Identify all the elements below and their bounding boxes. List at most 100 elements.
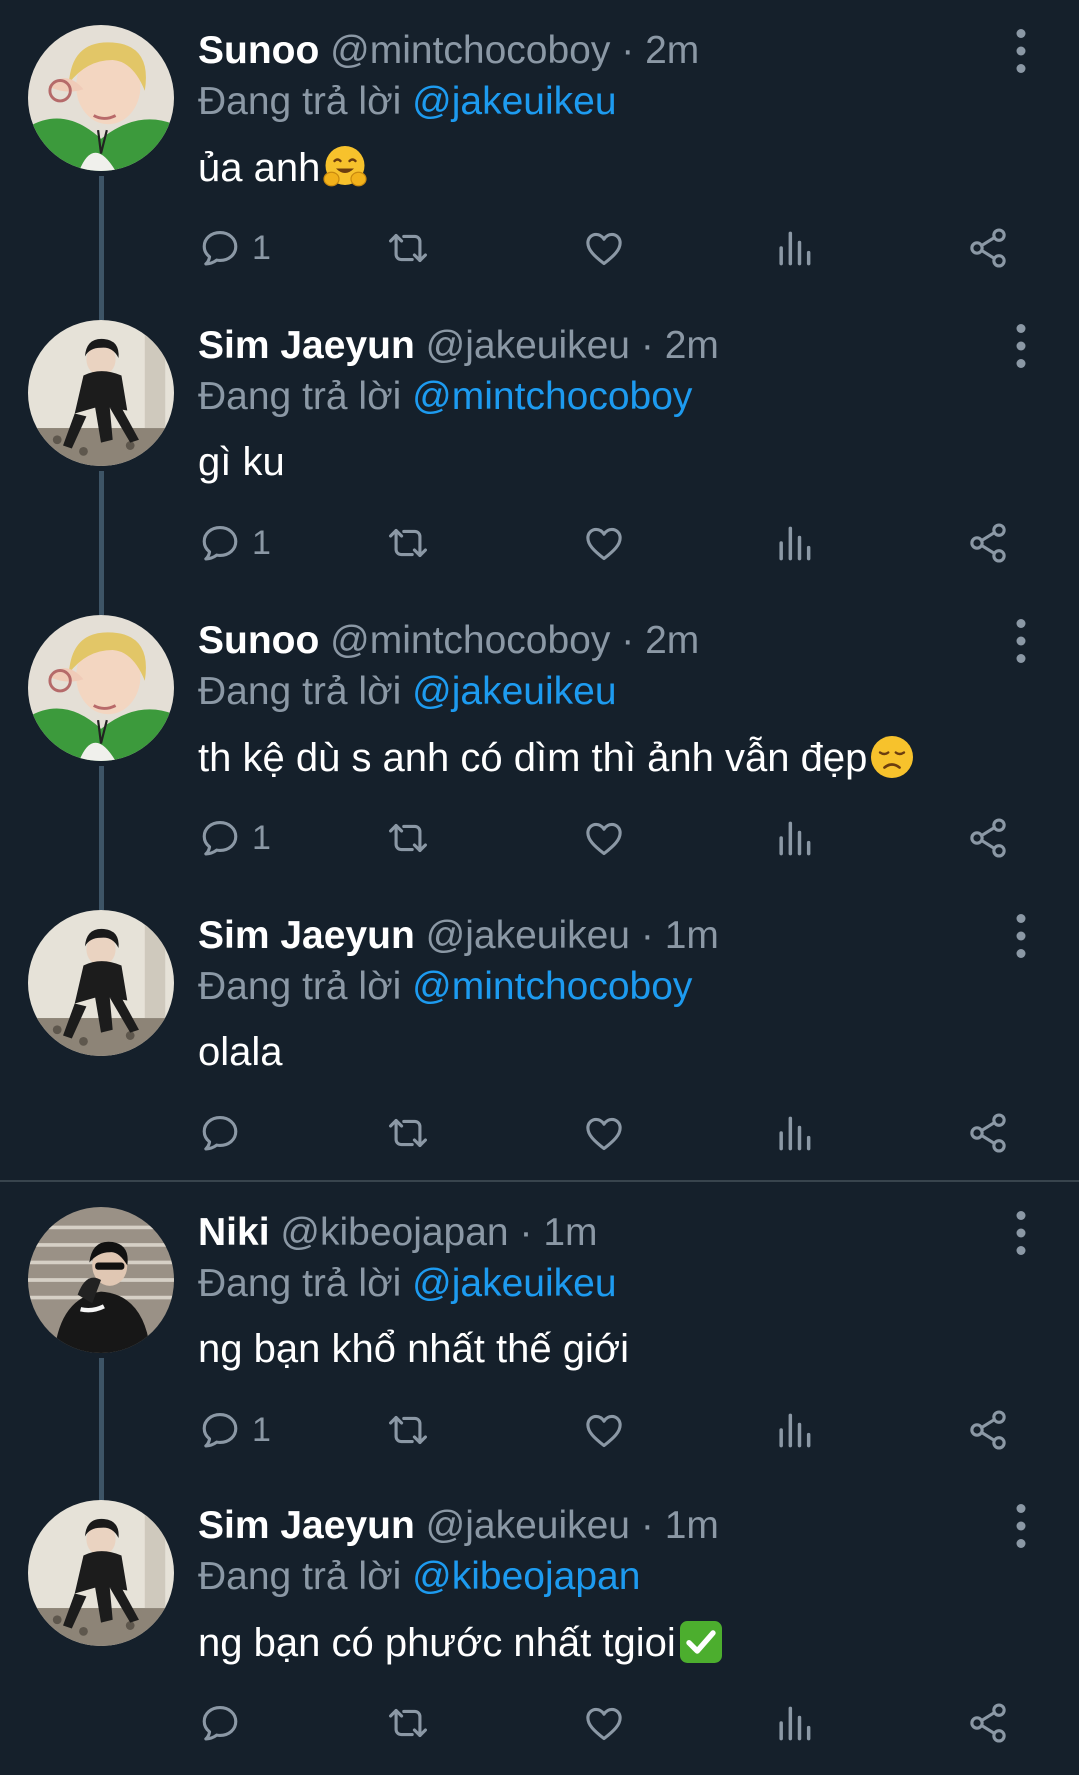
timestamp[interactable]: 1m <box>665 914 719 957</box>
niki-avatar[interactable] <box>28 1207 174 1353</box>
replying-to-label: Đang trả lời <box>198 375 402 418</box>
tweet[interactable]: Sim Jaeyun @jakeuikeu · 2m Đang trả lời … <box>0 295 1079 615</box>
views-button[interactable] <box>772 1107 816 1159</box>
like-button[interactable] <box>582 1107 626 1159</box>
retweet-button[interactable] <box>386 1404 430 1456</box>
jaeyun-avatar[interactable] <box>28 320 174 466</box>
share-button[interactable] <box>966 1404 1010 1456</box>
share-icon <box>966 1408 1010 1452</box>
timestamp[interactable]: 2m <box>645 29 699 72</box>
reply-button[interactable]: 1 <box>198 517 271 569</box>
tweet-text-body: ủa anh <box>198 146 321 190</box>
reply-mention-link[interactable]: @jakeuikeu <box>412 1262 616 1305</box>
tweet-text-body: gì ku <box>198 440 285 484</box>
reply-mention-link[interactable]: @jakeuikeu <box>412 80 616 123</box>
timestamp[interactable]: 2m <box>665 324 719 367</box>
share-button[interactable] <box>966 1697 1010 1749</box>
user-handle[interactable]: @jakeuikeu <box>426 324 630 367</box>
views-icon <box>772 1408 816 1452</box>
tweet[interactable]: Sunoo @mintchocoboy · 2m Đang trả lời @j… <box>0 0 1079 320</box>
display-name[interactable]: Sim Jaeyun <box>198 1504 415 1547</box>
reply-mention-link[interactable]: @mintchocoboy <box>412 965 692 1008</box>
user-handle[interactable]: @jakeuikeu <box>426 914 630 957</box>
timestamp[interactable]: 1m <box>665 1504 719 1547</box>
display-name[interactable]: Sunoo <box>198 29 319 72</box>
tweet-actions: 1 <box>198 1404 1038 1456</box>
views-button[interactable] <box>772 517 816 569</box>
tweet-text: ng bạn có phước nhất tgioi <box>198 1618 725 1667</box>
reply-button[interactable]: 1 <box>198 1404 271 1456</box>
views-button[interactable] <box>772 1697 816 1749</box>
tweet-text-body: th kệ dù s anh có dìm thì ảnh vẫn đẹp <box>198 736 868 780</box>
share-button[interactable] <box>966 1107 1010 1159</box>
share-button[interactable] <box>966 812 1010 864</box>
tweet-header: Niki @kibeojapan · 1m <box>198 1210 598 1256</box>
reply-icon <box>198 521 242 565</box>
reply-mention-link[interactable]: @mintchocoboy <box>412 375 692 418</box>
tweet-text-body: olala <box>198 1030 283 1074</box>
separator-dot: · <box>640 324 654 367</box>
retweet-button[interactable] <box>386 1107 430 1159</box>
more-options-icon[interactable] <box>1006 1208 1036 1258</box>
replying-to-label: Đang trả lời <box>198 670 402 713</box>
tweet[interactable]: Sunoo @mintchocoboy · 2m Đang trả lời @j… <box>0 590 1079 910</box>
more-options-icon[interactable] <box>1006 321 1036 371</box>
more-options-icon[interactable] <box>1006 26 1036 76</box>
display-name[interactable]: Sim Jaeyun <box>198 914 415 957</box>
more-options-icon[interactable] <box>1006 616 1036 666</box>
display-name[interactable]: Sim Jaeyun <box>198 324 415 367</box>
more-options-icon[interactable] <box>1006 911 1036 961</box>
user-handle[interactable]: @kibeojapan <box>280 1211 508 1254</box>
reply-button[interactable]: 1 <box>198 222 271 274</box>
like-icon <box>582 1111 626 1155</box>
user-handle[interactable]: @mintchocoboy <box>330 29 610 72</box>
reply-count: 1 <box>252 523 271 562</box>
views-button[interactable] <box>772 222 816 274</box>
reply-button[interactable]: 1 <box>198 812 271 864</box>
reply-mention-link[interactable]: @jakeuikeu <box>412 670 616 713</box>
retweet-button[interactable] <box>386 1697 430 1749</box>
more-options-icon[interactable] <box>1006 1501 1036 1551</box>
user-handle[interactable]: @jakeuikeu <box>426 1504 630 1547</box>
like-button[interactable] <box>582 1404 626 1456</box>
retweet-button[interactable] <box>386 517 430 569</box>
like-button[interactable] <box>582 517 626 569</box>
replying-to: Đang trả lời @jakeuikeu <box>198 79 617 125</box>
tweet[interactable]: Sim Jaeyun @jakeuikeu · 1m Đang trả lời … <box>0 885 1079 1180</box>
display-name[interactable]: Sunoo <box>198 619 319 662</box>
share-icon <box>966 816 1010 860</box>
tweet-actions <box>198 1107 1038 1159</box>
sunoo-avatar[interactable] <box>28 25 174 171</box>
display-name[interactable]: Niki <box>198 1211 270 1254</box>
timestamp[interactable]: 1m <box>543 1211 597 1254</box>
user-handle[interactable]: @mintchocoboy <box>330 619 610 662</box>
separator-dot: · <box>519 1211 533 1254</box>
jaeyun-avatar[interactable] <box>28 1500 174 1646</box>
views-button[interactable] <box>772 1404 816 1456</box>
tweet-text: th kệ dù s anh có dìm thì ảnh vẫn đẹp <box>198 733 916 782</box>
like-icon <box>582 816 626 860</box>
share-button[interactable] <box>966 222 1010 274</box>
jaeyun-avatar[interactable] <box>28 910 174 1056</box>
like-button[interactable] <box>582 812 626 864</box>
like-button[interactable] <box>582 222 626 274</box>
views-icon <box>772 1111 816 1155</box>
reply-button[interactable] <box>198 1107 252 1159</box>
timestamp[interactable]: 2m <box>645 619 699 662</box>
reply-count: 1 <box>252 818 271 857</box>
retweet-button[interactable] <box>386 222 430 274</box>
tweet[interactable]: Niki @kibeojapan · 1m Đang trả lời @jake… <box>0 1180 1079 1502</box>
share-button[interactable] <box>966 517 1010 569</box>
like-button[interactable] <box>582 1697 626 1749</box>
sunoo-avatar[interactable] <box>28 615 174 761</box>
separator-dot: · <box>621 29 635 72</box>
views-button[interactable] <box>772 812 816 864</box>
disappointed-face-emoji <box>868 733 916 781</box>
like-icon <box>582 1408 626 1452</box>
tweet[interactable]: Sim Jaeyun @jakeuikeu · 1m Đang trả lời … <box>0 1475 1079 1775</box>
views-icon <box>772 226 816 270</box>
reply-button[interactable] <box>198 1697 252 1749</box>
retweet-button[interactable] <box>386 812 430 864</box>
reply-mention-link[interactable]: @kibeojapan <box>412 1555 640 1598</box>
reply-thread: Sunoo @mintchocoboy · 2m Đang trả lời @j… <box>0 0 1079 1775</box>
